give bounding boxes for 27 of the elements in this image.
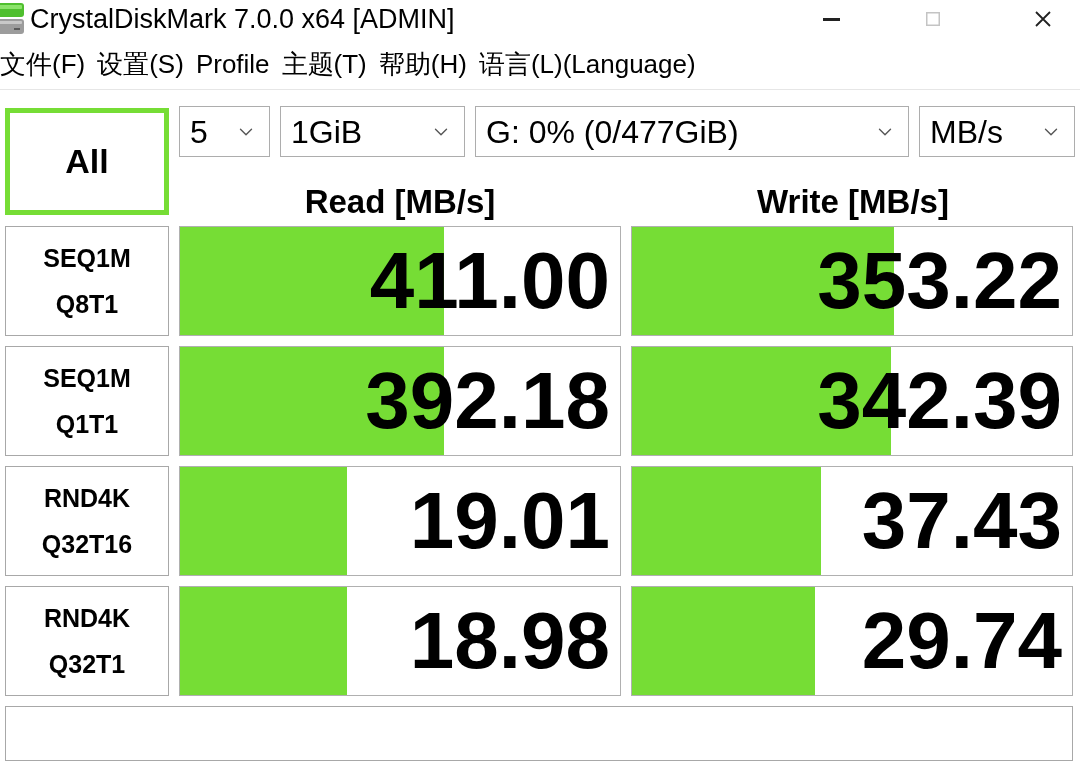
- menu-item[interactable]: 设置(S): [97, 50, 184, 77]
- comment-field[interactable]: [5, 706, 1073, 761]
- test-button[interactable]: RND4K Q32T1: [5, 586, 169, 696]
- dropdown[interactable]: G: 0% (0/477GiB): [475, 106, 909, 157]
- menu-item[interactable]: 文件(F): [0, 50, 86, 77]
- minimize-icon: [822, 17, 840, 21]
- maximize-icon: [926, 12, 940, 26]
- column-header: Write [MB/s]: [757, 185, 949, 218]
- result-value: 19.01: [409, 481, 610, 561]
- dropdown[interactable]: MB/s: [919, 106, 1075, 157]
- column-header: Read [MB/s]: [304, 185, 496, 218]
- test-button[interactable]: RND4K Q32T16: [5, 466, 169, 576]
- close-icon: [1035, 11, 1051, 27]
- disk-drive-icon: [0, 2, 24, 36]
- all-button[interactable]: All: [5, 108, 169, 215]
- test-button[interactable]: SEQ1M Q1T1: [5, 346, 169, 456]
- menu-item[interactable]: Profile: [195, 50, 270, 77]
- menu-item[interactable]: 语言(L)(Language): [478, 50, 696, 77]
- result-value: 29.74: [861, 601, 1062, 681]
- result-value: 18.98: [409, 601, 610, 681]
- dropdown[interactable]: 1GiB: [280, 106, 465, 157]
- menu-item[interactable]: 主题(T): [281, 50, 367, 77]
- window-title: CrystalDiskMark 7.0.0 x64 [ADMIN]: [30, 5, 455, 33]
- dropdown[interactable]: 5: [179, 106, 270, 157]
- result-value: 37.43: [861, 481, 1062, 561]
- test-button[interactable]: SEQ1M Q8T1: [5, 226, 169, 336]
- menu-item[interactable]: 帮助(H): [378, 50, 467, 77]
